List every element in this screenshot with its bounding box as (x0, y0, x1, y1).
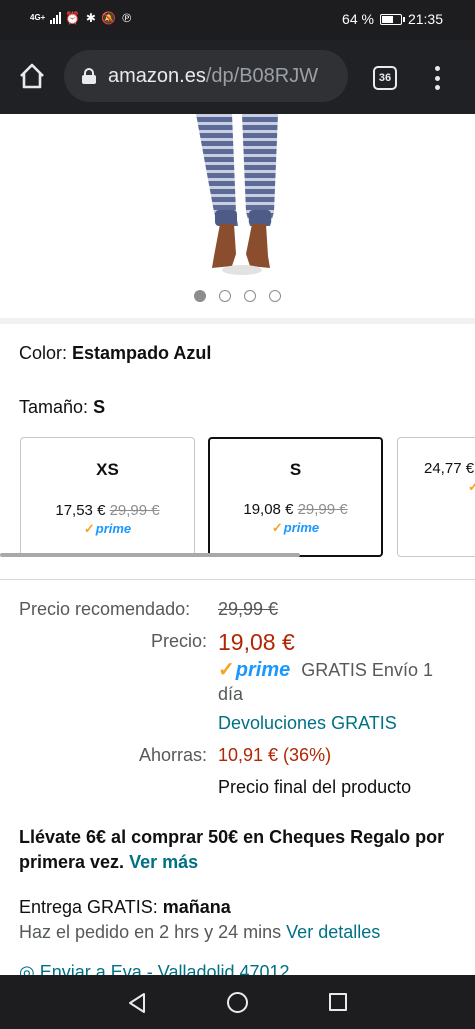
size-option-s[interactable]: S 19,08 € 29,99 € ✓ prime (208, 437, 383, 557)
bell-off-icon: 🔕 (101, 10, 117, 25)
prime-logo: ✓prime (83, 521, 132, 536)
carousel-dot[interactable] (219, 290, 231, 302)
price-label: Precio: (150, 631, 207, 651)
final-price-note: Precio final del producto (218, 777, 412, 797)
lock-icon (82, 68, 96, 84)
size-option-label: S (289, 460, 302, 479)
savings-value: 10,91 € (36%) (218, 745, 332, 765)
image-carousel-indicator (0, 290, 475, 302)
price-value: 19,08 € (218, 629, 295, 655)
recommended-price-label: Precio recomendado: (19, 599, 191, 619)
more-menu-icon[interactable] (434, 66, 440, 90)
url-path: /dp/B08RJW (205, 64, 319, 87)
size-option-price: 17,53 € 29,99 € (21, 502, 194, 519)
color-value: Estampado Azul (72, 343, 212, 363)
address-bar[interactable]: amazon.es/dp/B08RJW (64, 50, 348, 102)
home-icon[interactable] (18, 62, 46, 90)
free-returns-link[interactable]: Devoluciones GRATIS (218, 713, 397, 734)
tab-switcher-button[interactable]: 36 (373, 66, 397, 90)
prime-logo: ✓prime (271, 520, 320, 535)
section-divider (0, 318, 475, 324)
bluetooth-icon: ✱ (85, 10, 96, 25)
size-option-price-value: 17,53 € (55, 502, 106, 519)
color-label: Color: (19, 343, 68, 363)
shipping-text-line2: día (218, 684, 244, 704)
size-option-list-price: 29,99 € (109, 502, 160, 519)
status-bar: 4G+ ⏰ ✱ 🔕 ℗ 64 % 21:35 (0, 0, 475, 40)
size-option-price-value: 24,77 € (424, 460, 475, 477)
recent-apps-icon[interactable] (329, 993, 347, 1011)
prime-check-icon: ✓ (218, 659, 235, 681)
pinterest-icon: ℗ (122, 10, 132, 25)
promo-text: Llévate 6€ al comprar 50€ en Cheques Reg… (19, 827, 445, 872)
carousel-dot[interactable] (244, 290, 256, 302)
size-options-scroller[interactable]: XS 17,53 € 29,99 € ✓ prime S 19,08 € 29,9… (0, 437, 475, 561)
status-icons-left: 4G+ ⏰ ✱ 🔕 ℗ (30, 10, 133, 25)
network-type: 4G+ (30, 12, 46, 22)
prime-check-icon: ✓ (468, 479, 475, 494)
product-photo-graphic (196, 114, 278, 275)
size-option-label: XS (96, 460, 119, 479)
promo-message: Llévate 6€ al comprar 50€ en Cheques Reg… (19, 825, 459, 875)
promo-more-link[interactable]: Ver más (129, 852, 198, 872)
battery-icon (379, 13, 405, 25)
delivery-details-link[interactable]: Ver detalles (286, 922, 380, 942)
delivery-label: Entrega GRATIS: (19, 897, 158, 917)
home-circle-icon[interactable] (227, 992, 248, 1013)
carousel-dot[interactable] (194, 290, 206, 302)
size-scrollbar[interactable] (0, 553, 300, 557)
product-image[interactable] (0, 114, 475, 284)
size-option-list-price: 29,99 € (297, 501, 348, 518)
size-option-price: 24,77 € (424, 460, 475, 477)
delivery-info: Entrega GRATIS: mañana (19, 897, 231, 918)
prime-check-icon: ✓ (83, 521, 95, 536)
savings-label: Ahorras: (138, 745, 207, 765)
divider (0, 579, 475, 580)
size-option-xs[interactable]: XS 17,53 € 29,99 € ✓ prime (20, 437, 195, 557)
back-icon[interactable] (126, 992, 148, 1014)
size-selection: Tamaño: S (19, 397, 105, 418)
size-option-price: 19,08 € 29,99 € (210, 501, 381, 518)
order-deadline-text: Haz el pedido en 2 hrs y 24 mins (19, 922, 282, 942)
size-option-m[interactable]: 24,77 € ✓prime (397, 437, 475, 557)
prime-check-icon: ✓ (271, 520, 283, 535)
system-navigation-bar (0, 975, 475, 1029)
status-icons-right: 64 % 21:35 (342, 11, 443, 27)
size-value: S (93, 397, 106, 417)
shipping-text: GRATIS Envío 1 (301, 660, 433, 680)
order-deadline: Haz el pedido en 2 hrs y 24 mins Ver det… (19, 922, 380, 943)
prime-logo: ✓prime (468, 479, 475, 495)
recommended-price-value: 29,99 € (218, 599, 279, 619)
prime-logo: ✓prime (218, 659, 291, 681)
battery-percent: 64 % (342, 11, 374, 27)
color-selection: Color: Estampado Azul (19, 343, 211, 364)
size-label: Tamaño: (19, 397, 89, 417)
browser-toolbar: amazon.es/dp/B08RJW 36 (0, 40, 475, 114)
url-host: amazon.es (108, 64, 206, 87)
size-option-price-value: 19,08 € (243, 501, 294, 518)
delivery-day: mañana (162, 897, 231, 917)
alarm-icon: ⏰ (65, 10, 81, 25)
clock: 21:35 (407, 11, 443, 27)
carousel-dot[interactable] (269, 290, 281, 302)
prime-shipping: ✓ prime GRATIS Envío 1 (218, 657, 433, 682)
signal-icon (50, 11, 62, 24)
battery-level (381, 15, 393, 23)
